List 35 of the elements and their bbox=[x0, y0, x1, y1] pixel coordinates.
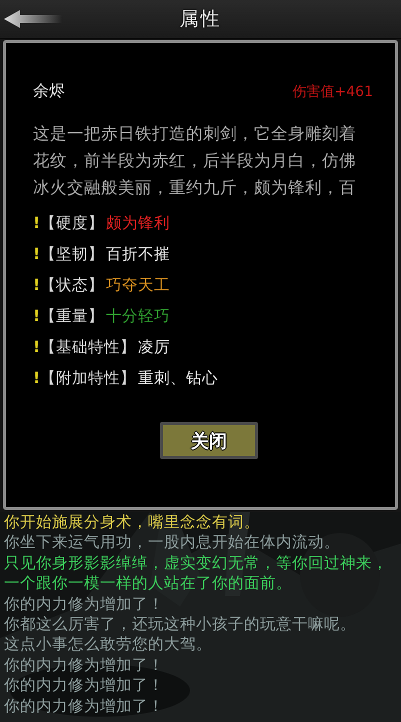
log-message: 你都这么厉害了，还玩这种小孩子的玩意干嘛呢。 bbox=[4, 614, 357, 634]
attribute-value: 十分轻巧 bbox=[106, 306, 170, 327]
attribute-value: 百折不摧 bbox=[106, 244, 170, 265]
description-line: 这是一把赤日铁打造的刺剑，它全身雕刻着 bbox=[33, 123, 357, 145]
attribute-label: 【状态】 bbox=[40, 275, 104, 296]
description-line: 冰火交融般美丽，重约九斤，颇为锋利，百 bbox=[33, 177, 357, 199]
attribute-label: 【基础特性】 bbox=[40, 337, 136, 358]
attribute-value: 巧夺天工 bbox=[106, 275, 170, 296]
exclamation-mark: ! bbox=[33, 213, 40, 234]
attribute-label: 【重量】 bbox=[40, 306, 104, 327]
attribute-label: 【附加特性】 bbox=[40, 368, 136, 389]
page-title: 属性 bbox=[180, 7, 222, 32]
attribute-value: 凌厉 bbox=[138, 337, 170, 358]
exclamation-mark: ! bbox=[33, 306, 40, 327]
log-message: 你开始施展分身术，嘴里念念有词。 bbox=[4, 512, 261, 532]
log-message: 这点小事怎么敢劳您的大驾。 bbox=[4, 634, 213, 655]
damage-value: 伤害值+461 bbox=[292, 82, 373, 100]
log-message: 你的内力修为增加了！ bbox=[4, 675, 165, 696]
log-message: 你的内力修为增加了！ bbox=[4, 594, 165, 614]
back-arrow-icon[interactable] bbox=[2, 8, 62, 30]
description-line: 花纹，前半段为赤红，后半段为月白，仿佛 bbox=[33, 150, 357, 172]
log-message: 你的内力修为增加了！ bbox=[4, 696, 165, 716]
attribute-label: 【坚韧】 bbox=[40, 244, 104, 265]
log-message: 你坐下来运气用功，一股内息开始在体内流动。 bbox=[4, 532, 341, 553]
exclamation-mark: ! bbox=[33, 368, 40, 389]
attribute-value: 重刺、钻心 bbox=[138, 368, 218, 389]
item-name: 余烬 bbox=[33, 81, 65, 102]
log-message: 你的内力修为增加了！ bbox=[4, 654, 165, 676]
attribute-value: 颇为锋利 bbox=[106, 213, 170, 234]
log-message: 只见你身形影影绰绰，虚实变幻无常，等你回过神来，一个跟你一模一样的人站在了你的面前。 bbox=[4, 552, 389, 594]
close-button[interactable]: 关闭 bbox=[160, 422, 258, 459]
exclamation-mark: ! bbox=[33, 244, 40, 265]
exclamation-mark: ! bbox=[33, 337, 40, 358]
exclamation-mark: ! bbox=[33, 275, 40, 296]
attribute-label: 【硬度】 bbox=[40, 213, 104, 234]
